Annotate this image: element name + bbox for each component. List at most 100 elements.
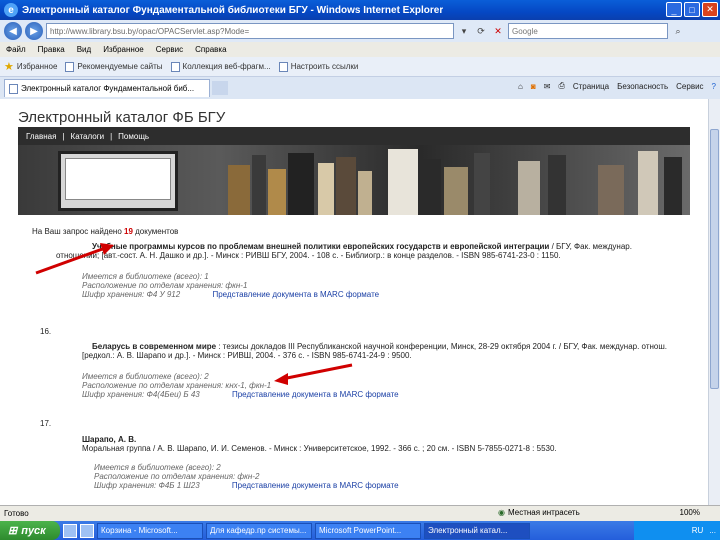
new-tab-button[interactable] — [212, 81, 228, 95]
cmd-tools[interactable]: Сервис — [676, 82, 703, 91]
page-icon — [170, 61, 180, 72]
taskbar-button-4[interactable]: Электронный катал... — [424, 522, 530, 539]
home-icon[interactable]: ⌂ — [518, 82, 523, 91]
results-suffix: документов — [135, 227, 179, 236]
status-text: Готово — [4, 509, 29, 518]
page-icon — [65, 61, 75, 72]
close-button[interactable]: ✕ — [702, 2, 718, 17]
record-shelf: Шифр хранения: Ф4 У 912 — [82, 290, 181, 299]
nav-help[interactable]: Помощь — [118, 132, 149, 141]
marc-link[interactable]: Представление документа в MARC формате — [212, 290, 379, 299]
books-image — [218, 145, 690, 215]
favorites-label: Избранное — [16, 62, 58, 71]
nav-home[interactable]: Главная — [26, 132, 56, 141]
command-bar: ⌂ ◙ ✉ ⎙ Страница Безопасность Сервис ? — [518, 81, 716, 91]
address-bar-row: ◀ ▶ http://www.library.bsu.by/opac/OPACS… — [0, 20, 720, 42]
record-15: Учебные программы курсов по проблемам вн… — [40, 242, 632, 299]
annotation-arrow-2 — [274, 363, 353, 385]
scroll-thumb[interactable] — [710, 129, 719, 389]
menu-file[interactable]: Файл — [6, 45, 26, 54]
search-placeholder: Google — [512, 26, 538, 36]
record-copies: Имеется в библиотеке (всего): 2 — [94, 463, 221, 472]
security-zone[interactable]: ◉ Местная интрасеть — [498, 508, 580, 517]
record-number: 16. — [40, 327, 52, 336]
rss-icon[interactable]: ◙ — [531, 82, 536, 91]
window-controls: _ □ ✕ — [666, 2, 718, 17]
cmd-safety[interactable]: Безопасность — [617, 82, 668, 91]
fav-link-customize[interactable]: Настроить ссылки — [278, 61, 358, 72]
results-count: 19 — [124, 227, 133, 236]
record-17: Шарапо, А. В. Моральная группа / А. В. Ш… — [40, 435, 557, 490]
zoom-level[interactable]: 100% — [680, 508, 700, 517]
menu-view[interactable]: Вид — [77, 45, 91, 54]
ie-logo-icon: e — [4, 3, 18, 17]
nav-catalogs[interactable]: Каталоги — [71, 132, 105, 141]
cmd-page[interactable]: Страница — [573, 82, 609, 91]
taskbar-button-label: Microsoft PowerPoint... — [319, 526, 402, 535]
window-title: Электронный каталог Фундаментальной библ… — [22, 4, 444, 16]
search-icon[interactable]: ⌕ — [671, 24, 685, 38]
menu-edit[interactable]: Правка — [38, 45, 65, 54]
maximize-button[interactable]: □ — [684, 2, 700, 17]
fav-link-suggested[interactable]: Рекомендуемые сайты — [65, 61, 163, 72]
record-description: отношений; [авт.-сост. А. Н. Дашко и др.… — [56, 251, 561, 260]
address-dropdown-icon[interactable]: ▾ — [457, 24, 471, 38]
record-title: Учебные программы курсов по проблемам вн… — [92, 242, 550, 251]
annotation-arrow-1 — [35, 243, 114, 275]
taskbar-button-label: Корзина - Microsoft... — [101, 526, 178, 535]
record-title-tail: : тезисы докладов III Республиканской на… — [218, 342, 667, 351]
nav-sep: | — [62, 131, 65, 141]
refresh-icon[interactable]: ⟳ — [474, 24, 488, 38]
star-icon: ★ — [4, 61, 14, 73]
start-label: пуск — [21, 524, 46, 537]
quicklaunch-ie-icon[interactable] — [63, 523, 77, 538]
network-icon: ◉ — [498, 508, 505, 517]
site-nav: Главная | Каталоги | Помощь — [18, 127, 690, 145]
page-viewport: Электронный каталог ФБ БГУ Главная | Кат… — [0, 99, 708, 505]
taskbar-button-label: Электронный катал... — [428, 526, 508, 535]
menu-tools[interactable]: Сервис — [156, 45, 183, 54]
minimize-button[interactable]: _ — [666, 2, 682, 17]
menu-help[interactable]: Справка — [195, 45, 226, 54]
results-summary: На Ваш запрос найдено 19 документов — [32, 227, 178, 236]
menu-favorites[interactable]: Избранное — [103, 45, 144, 54]
fav-link-label: Рекомендуемые сайты — [77, 62, 163, 71]
address-input[interactable]: http://www.library.bsu.by/opac/OPACServl… — [46, 23, 454, 39]
record-shelf: Шифр хранения: Ф4Б 1 Ш23 — [94, 481, 200, 490]
window-titlebar: e Электронный каталог Фундаментальной би… — [0, 0, 720, 20]
start-button[interactable]: ⊞ пуск — [0, 521, 60, 540]
help-icon[interactable]: ? — [712, 82, 716, 91]
taskbar-button-3[interactable]: Microsoft PowerPoint... — [315, 522, 421, 539]
favorites-button[interactable]: ★ Избранное — [4, 60, 57, 73]
page-icon — [9, 83, 18, 94]
record-copies: Имеется в библиотеке (всего): 1 — [82, 272, 209, 281]
marc-link[interactable]: Представление документа в MARC формате — [232, 390, 399, 399]
search-input[interactable]: Google — [508, 23, 668, 39]
taskbar: ⊞ пуск Корзина - Microsoft... Для кафедр… — [0, 521, 720, 540]
fav-link-webslice[interactable]: Коллекция веб-фрагм... — [170, 61, 271, 72]
mail-icon[interactable]: ✉ — [544, 82, 551, 91]
stop-icon[interactable]: ✕ — [491, 24, 505, 38]
favorites-bar: ★ Избранное Рекомендуемые сайты Коллекци… — [0, 57, 720, 77]
menu-bar: Файл Правка Вид Избранное Сервис Справка — [0, 42, 720, 57]
tab-label: Электронный каталог Фундаментальной биб.… — [21, 84, 195, 93]
tab-bar: Электронный каталог Фундаментальной биб.… — [0, 77, 720, 99]
language-indicator[interactable]: RU — [692, 526, 704, 535]
back-button[interactable]: ◀ — [4, 22, 22, 40]
print-icon[interactable]: ⎙ — [558, 81, 564, 91]
taskbar-button-1[interactable]: Корзина - Microsoft... — [97, 522, 203, 539]
quicklaunch-desktop-icon[interactable] — [80, 523, 94, 538]
forward-button[interactable]: ▶ — [25, 22, 43, 40]
page-icon — [278, 61, 288, 72]
vertical-scrollbar[interactable] — [708, 99, 720, 505]
fav-link-label: Коллекция веб-фрагм... — [182, 62, 271, 71]
windows-flag-icon: ⊞ — [8, 525, 18, 537]
taskbar-button-2[interactable]: Для кафедр.пр системы... — [206, 522, 312, 539]
record-number: 17. — [40, 419, 52, 428]
record-location: Расположение по отделам хранения: фкн-1 — [82, 281, 248, 290]
record-title: Шарапо, А. В. — [82, 435, 137, 444]
marc-link[interactable]: Представление документа в MARC формате — [232, 481, 399, 490]
tab-catalog[interactable]: Электронный каталог Фундаментальной биб.… — [4, 79, 210, 97]
record-shelf: Шифр хранения: Ф4(4Беи) Б 43 — [82, 390, 200, 399]
record-description: [редкол.: А. В. Шарапо и др.]. - Минск :… — [82, 351, 412, 360]
